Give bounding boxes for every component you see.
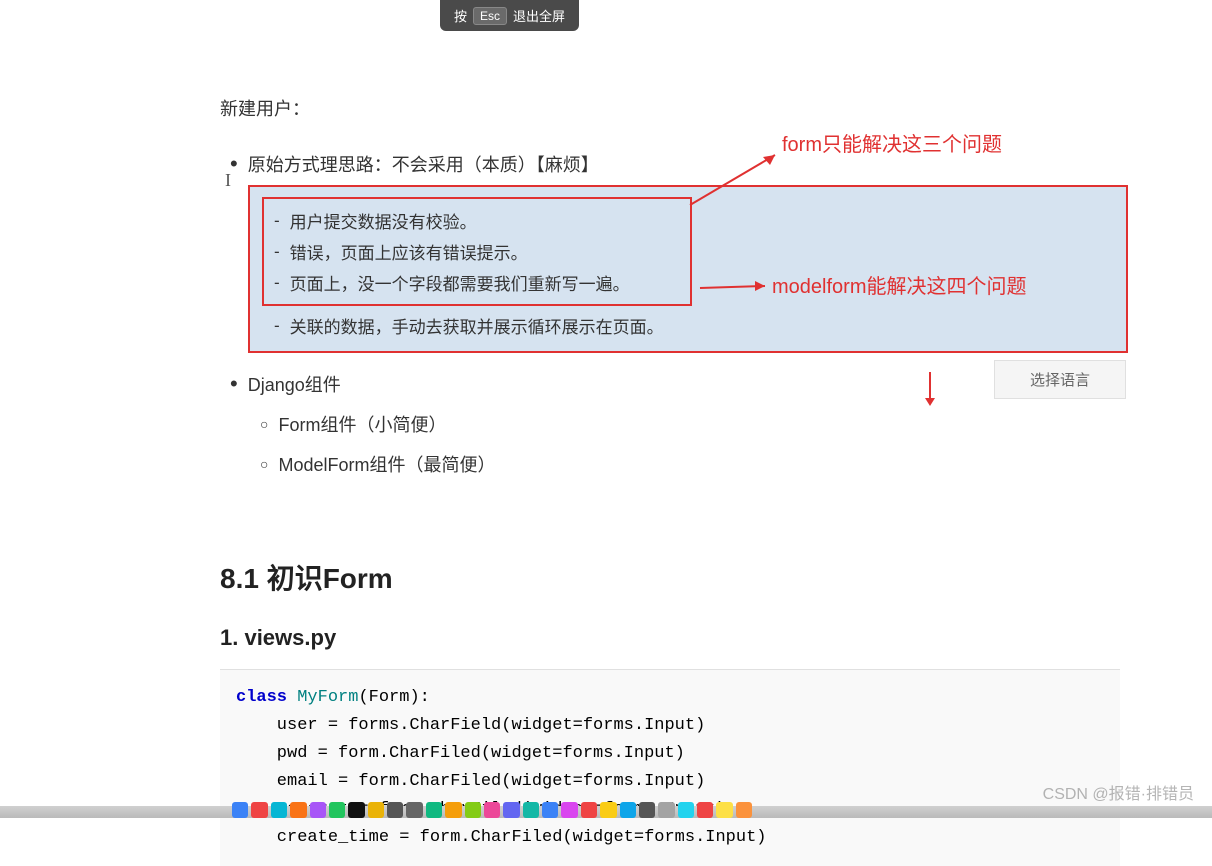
bullet-original-text: 原始方式理思路：不会采用（本质）【麻烦】 (248, 151, 599, 177)
watermark-text: CSDN @报错·排错员 (1043, 780, 1194, 804)
dock-app-icon[interactable] (542, 802, 558, 818)
problem-line-2: 错误，页面上应该有错误提示。 (274, 236, 680, 267)
annotation-modelform: modelform能解决这四个问题 (772, 270, 1026, 299)
dock-app-icon[interactable] (368, 802, 384, 818)
inner-red-box: 用户提交数据没有校验。 错误，页面上应该有错误提示。 页面上，没一个字段都需要我… (262, 197, 692, 306)
annotation-form: form只能解决这三个问题 (782, 128, 1002, 157)
problem-line-1: 用户提交数据没有校验。 (274, 205, 680, 236)
arrow-down-icon (920, 370, 940, 410)
esc-fullscreen-bar: 按 Esc 退出全屏 (440, 0, 579, 31)
text-cursor-icon: I (225, 170, 231, 191)
dock-app-icon[interactable] (232, 802, 248, 818)
esc-post-text: 退出全屏 (513, 6, 565, 25)
dock-app-icon[interactable] (426, 802, 442, 818)
section-title: 新建用户： (220, 95, 1130, 121)
heading-8-1: 8.1 初识Form (220, 557, 1130, 597)
dock-app-icon[interactable] (639, 802, 655, 818)
dock-app-icon[interactable] (465, 802, 481, 818)
dock-app-icon[interactable] (600, 802, 616, 818)
dock-app-icon[interactable] (736, 802, 752, 818)
dock-app-icon[interactable] (503, 802, 519, 818)
problem-code-block: 用户提交数据没有校验。 错误，页面上应该有错误提示。 页面上，没一个字段都需要我… (248, 185, 1128, 353)
problem-line-3: 页面上，没一个字段都需要我们重新写一遍。 (274, 267, 680, 298)
dock-app-icon[interactable] (329, 802, 345, 818)
dock-app-icon[interactable] (716, 802, 732, 818)
heading-views-py: 1. views.py (220, 625, 1130, 651)
dock-app-icon[interactable] (658, 802, 674, 818)
dock-app-icon[interactable] (445, 802, 461, 818)
esc-key-badge: Esc (473, 7, 507, 25)
code-line: pwd = form.CharFiled(widget=forms.Input) (236, 740, 1104, 768)
dock-app-icon[interactable] (310, 802, 326, 818)
macos-dock[interactable] (232, 802, 752, 818)
code-line: create_time = form.CharFiled(widget=form… (236, 824, 1104, 852)
dock-app-icon[interactable] (484, 802, 500, 818)
dock-app-icon[interactable] (620, 802, 636, 818)
select-language-button[interactable]: 选择语言 (994, 360, 1126, 399)
code-line: class MyForm(Form): (236, 684, 1104, 712)
dock-app-icon[interactable] (290, 802, 306, 818)
dock-app-icon[interactable] (581, 802, 597, 818)
dock-app-icon[interactable] (387, 802, 403, 818)
dock-app-icon[interactable] (251, 802, 267, 818)
dock-app-icon[interactable] (348, 802, 364, 818)
problem-line-4: 关联的数据，手动去获取并展示循环展示在页面。 (274, 310, 1114, 341)
main-content: 新建用户： 原始方式理思路：不会采用（本质）【麻烦】 用户提交数据没有校验。 错… (220, 95, 1130, 866)
code-line: user = forms.CharField(widget=forms.Inpu… (236, 712, 1104, 740)
sub-bullet-modelform: ModelForm组件（最简便） (260, 451, 1130, 477)
dock-app-icon[interactable] (271, 802, 287, 818)
dock-app-icon[interactable] (406, 802, 422, 818)
dock-app-icon[interactable] (561, 802, 577, 818)
sub-bullet-form: Form组件（小简便） (260, 411, 1130, 437)
python-code-block: class MyForm(Form): user = forms.CharFie… (220, 669, 1120, 866)
esc-pre-text: 按 (454, 6, 467, 25)
dock-app-icon[interactable] (678, 802, 694, 818)
dock-app-icon[interactable] (523, 802, 539, 818)
dock-app-icon[interactable] (697, 802, 713, 818)
code-line: email = form.CharFiled(widget=forms.Inpu… (236, 768, 1104, 796)
